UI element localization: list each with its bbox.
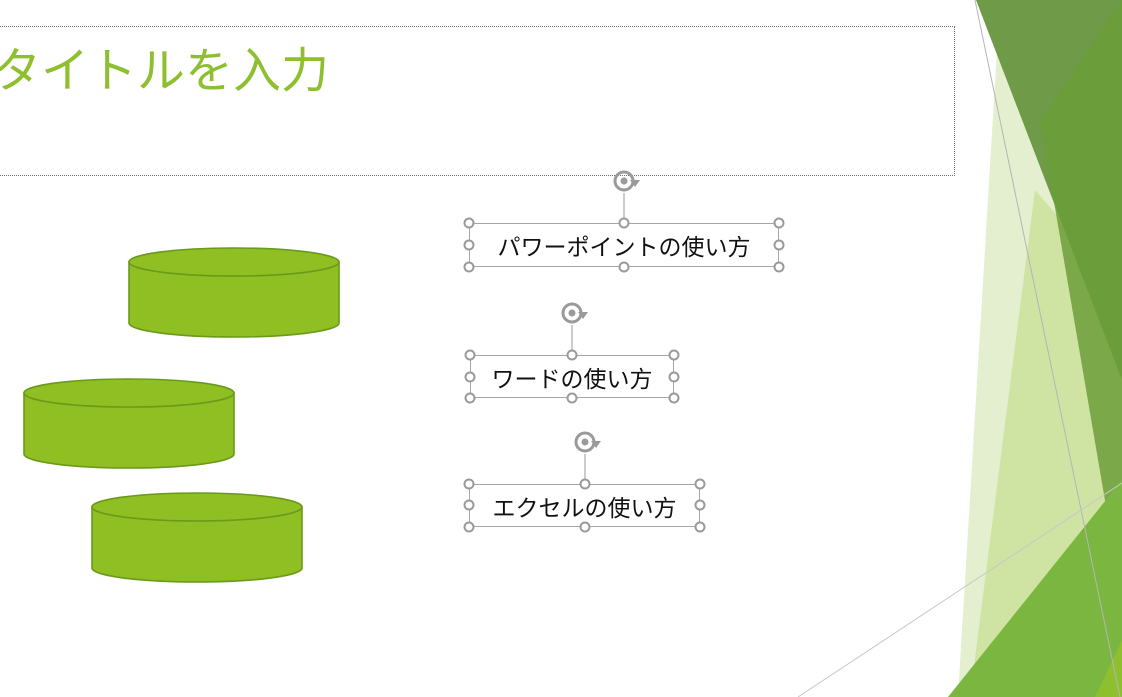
resize-handle-top-right[interactable] <box>668 349 680 361</box>
resize-handle-top-right[interactable] <box>694 478 706 490</box>
resize-handle-bottom-right[interactable] <box>773 261 785 273</box>
resize-handle-bottom[interactable] <box>566 392 578 404</box>
resize-handle-top[interactable] <box>579 478 591 490</box>
resize-handle-top-left[interactable] <box>464 349 476 361</box>
resize-handle-left[interactable] <box>463 239 475 251</box>
resize-handle-right[interactable] <box>668 371 680 383</box>
cylinder-shape-1[interactable] <box>127 246 341 340</box>
rotate-handle-icon[interactable] <box>558 298 590 328</box>
resize-handle-bottom-left[interactable] <box>463 521 475 533</box>
resize-handle-left[interactable] <box>463 499 475 511</box>
resize-handle-right[interactable] <box>773 239 785 251</box>
rotate-handle-icon[interactable] <box>571 427 603 457</box>
textbox-label[interactable]: エクセルの使い方 <box>470 485 699 526</box>
resize-handle-right[interactable] <box>694 499 706 511</box>
resize-handle-bottom-left[interactable] <box>464 392 476 404</box>
resize-handle-bottom-right[interactable] <box>694 521 706 533</box>
resize-handle-bottom-left[interactable] <box>463 261 475 273</box>
resize-handle-top-left[interactable] <box>463 217 475 229</box>
title-text[interactable]: タイトルを入力 <box>0 43 329 99</box>
cylinder-shape-2[interactable] <box>22 377 236 471</box>
slide-canvas[interactable]: タイトルを入力 パワーポイントの使い方 ワードの使い方 エクセルの使い方 <box>0 0 1122 697</box>
title-placeholder[interactable]: タイトルを入力 <box>0 26 955 176</box>
textbox-label[interactable]: パワーポイントの使い方 <box>470 224 778 266</box>
resize-handle-top[interactable] <box>618 217 630 229</box>
resize-handle-bottom-right[interactable] <box>668 392 680 404</box>
resize-handle-top-left[interactable] <box>463 478 475 490</box>
resize-handle-bottom[interactable] <box>579 521 591 533</box>
textbox-powerpoint[interactable]: パワーポイントの使い方 <box>469 223 779 267</box>
resize-handle-bottom[interactable] <box>618 261 630 273</box>
resize-handle-left[interactable] <box>464 371 476 383</box>
resize-handle-top[interactable] <box>566 349 578 361</box>
cylinder-shape-3[interactable] <box>90 491 304 585</box>
resize-handle-top-right[interactable] <box>773 217 785 229</box>
rotate-handle-icon[interactable] <box>610 166 642 196</box>
textbox-label[interactable]: ワードの使い方 <box>471 356 673 397</box>
